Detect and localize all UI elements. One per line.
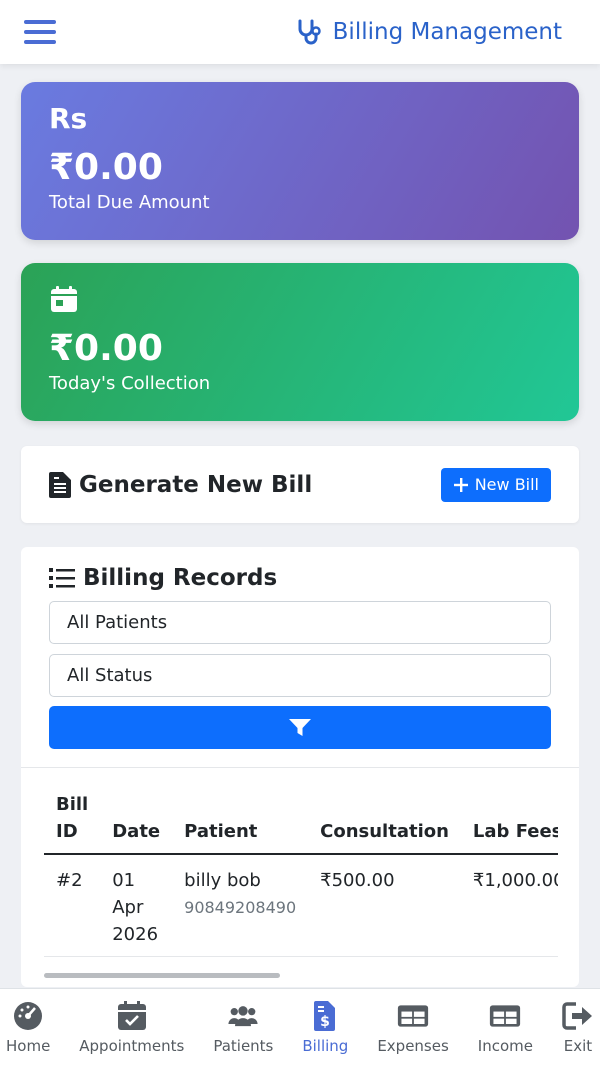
nav-item-home[interactable]: Home: [6, 989, 50, 1066]
table-icon: [397, 1005, 429, 1027]
nav-label-billing: Billing: [302, 1037, 349, 1055]
billing-records-card: Billing Records All Patients All Status …: [21, 547, 579, 987]
total-due-label: Total Due Amount: [49, 192, 210, 213]
svg-text:$: $: [320, 1014, 330, 1030]
new-bill-button[interactable]: New Bill: [440, 467, 551, 502]
patient-filter-select[interactable]: All Patients: [49, 601, 551, 644]
patient-phone: 90849208490: [184, 898, 297, 917]
dashboard-icon: [14, 1002, 43, 1030]
file-invoice-icon: [49, 471, 71, 498]
nav-item-appointments[interactable]: Appointments: [79, 989, 184, 1066]
table-icon: [490, 1005, 521, 1027]
column-patient: Patient: [184, 821, 258, 842]
lab-fees-cell: ₹1,000.00: [472, 870, 558, 891]
stethoscope-icon: [298, 19, 321, 45]
date-cell: 01 Apr 2026: [112, 870, 159, 945]
nav-item-patients[interactable]: Patients: [213, 989, 273, 1066]
billing-table: Bill ID Date Patient Consultation Lab Fee…: [44, 785, 558, 957]
brand: Billing Management: [295, 17, 562, 47]
total-due-card: Rs ₹0.00 Total Due Amount: [21, 82, 579, 240]
invoice-dollar-icon: $: [314, 1001, 336, 1031]
patient-name: billy bob: [184, 870, 261, 891]
billing-table-wrapper[interactable]: Bill ID Date Patient Consultation Lab Fee…: [44, 785, 558, 957]
nav-label-income: Income: [477, 1037, 533, 1055]
generate-bill-title: Generate New Bill: [79, 471, 313, 498]
nav-label-home: Home: [6, 1037, 51, 1055]
billing-records-title: Billing Records: [83, 565, 278, 591]
filter-button[interactable]: [49, 706, 551, 749]
nav-item-billing[interactable]: $ Billing: [302, 989, 348, 1066]
horizontal-scrollbar[interactable]: [44, 973, 280, 978]
calendar-check-icon: [117, 1001, 146, 1030]
todays-collection-label: Today's Collection: [49, 373, 211, 394]
nav-label-exit: Exit: [563, 1037, 593, 1055]
nav-label-patients: Patients: [213, 1037, 274, 1055]
sign-out-icon: [562, 1002, 592, 1030]
page-title: Billing Management: [332, 19, 562, 45]
nav-item-expenses[interactable]: Expenses: [377, 989, 449, 1066]
app-header: Billing Management: [0, 0, 600, 64]
table-row[interactable]: #2 01 Apr 2026 billy bob 90849208490 ₹50…: [44, 854, 558, 957]
generate-bill-card: Generate New Bill New Bill: [21, 446, 579, 523]
status-filter-select[interactable]: All Status: [49, 654, 551, 697]
todays-collection-card: ₹0.00 Today's Collection: [21, 263, 579, 421]
rupee-icon: Rs: [49, 101, 88, 135]
divider: [21, 767, 579, 768]
column-consultation: Consultation: [320, 821, 449, 842]
nav-item-income[interactable]: Income: [478, 989, 533, 1066]
consultation-cell: ₹500.00: [320, 870, 395, 891]
column-date: Date: [112, 821, 161, 842]
column-lab-fees: Lab Fees: [472, 821, 558, 842]
column-bill-id: Bill ID: [56, 794, 89, 842]
nav-label-appointments: Appointments: [79, 1037, 185, 1055]
bill-id-cell: #2: [56, 870, 83, 891]
nav-label-expenses: Expenses: [377, 1037, 449, 1055]
users-icon: [228, 1006, 258, 1027]
total-due-value: ₹0.00: [49, 147, 163, 188]
bottom-nav: Home Appointments Patients $ Billing Exp…: [0, 988, 600, 1066]
nav-item-exit[interactable]: Exit: [562, 989, 594, 1066]
list-icon: [49, 568, 75, 588]
plus-icon: [453, 477, 468, 492]
todays-collection-value: ₹0.00: [49, 328, 163, 369]
new-bill-label: New Bill: [474, 475, 539, 494]
patient-cell: billy bob 90849208490: [172, 854, 308, 957]
funnel-icon: [289, 718, 311, 736]
hamburger-icon[interactable]: [24, 20, 56, 44]
calendar-icon: [51, 286, 77, 312]
